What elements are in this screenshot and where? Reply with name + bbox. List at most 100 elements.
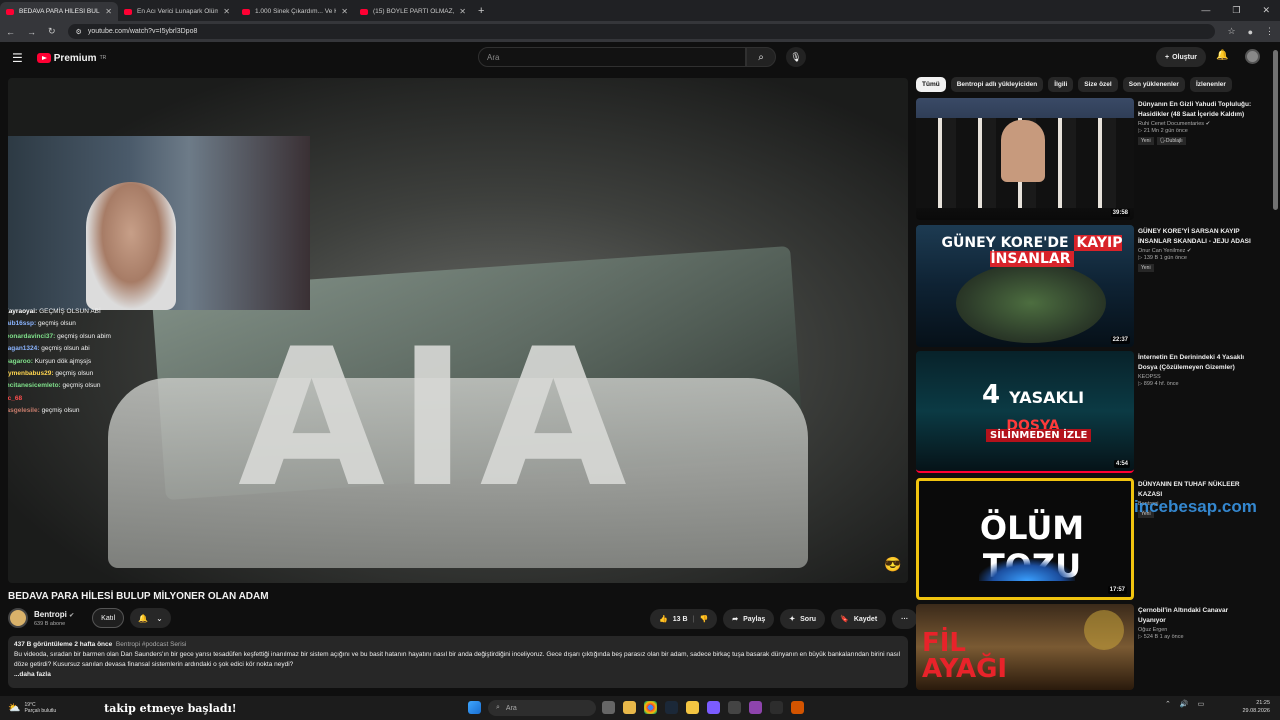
streamer-webcam-overlay bbox=[8, 136, 310, 310]
date: 29.08.2026 bbox=[1242, 708, 1270, 714]
bookmark-icon: 🔖 bbox=[840, 616, 849, 623]
browser-tab-2[interactable]: En Acı Verici Lunapark Ölümleri ✕ bbox=[118, 2, 236, 21]
back-icon[interactable]: ← bbox=[6, 27, 15, 37]
system-tray: ⌃ 🔊 ▭ bbox=[1165, 700, 1204, 708]
hashtags[interactable]: Bentropi #podcast Serisi bbox=[116, 641, 186, 648]
notifications-bell-icon[interactable]: 🔔 bbox=[1216, 50, 1228, 61]
windows-start-icon[interactable] bbox=[468, 701, 481, 714]
channel-avatar[interactable] bbox=[8, 608, 28, 628]
app-icon[interactable] bbox=[791, 701, 804, 714]
view-count: 437 B görüntüleme 2 hafta önce bbox=[14, 641, 113, 648]
taskbar-search[interactable]: ⌕ Ara bbox=[488, 700, 596, 716]
steam-icon[interactable] bbox=[665, 701, 678, 714]
close-tab-icon[interactable]: ✕ bbox=[223, 7, 230, 16]
more-actions-button[interactable]: ··· bbox=[892, 609, 918, 629]
create-button[interactable]: + Oluştur bbox=[1156, 47, 1206, 67]
subscription-bell-button[interactable]: 🔔 ⌄ bbox=[130, 608, 171, 628]
browser-tab-1[interactable]: BEDAVA PARA HİLESİ BULUP MİLYONER OLAN A… bbox=[0, 2, 118, 21]
recommendation-item[interactable]: 4 YASAKLI DOSYA SİLİNMEDEN İZLE 4:54 İnte… bbox=[916, 351, 1256, 473]
maximize-icon[interactable]: ❐ bbox=[1232, 5, 1240, 16]
description-text: Bu videoda, sıradan bir barmen olan Dan … bbox=[14, 651, 901, 668]
thumbs-down-icon[interactable]: 👎 bbox=[699, 615, 708, 623]
url-field[interactable]: ⚙ youtube.com/watch?v=I5ybrl3Dpo8 bbox=[67, 24, 1216, 39]
new-tab-icon[interactable]: + bbox=[478, 5, 484, 17]
taskbar-left-icons bbox=[468, 701, 481, 714]
video-thumbnail[interactable]: ÖLÜM TOZU 17:57 bbox=[916, 478, 1134, 600]
browser-tab-3[interactable]: 1.000 Sinek Çıkardım... Ve Kanla ✕ bbox=[236, 2, 354, 21]
chevron-up-icon[interactable]: ⌃ bbox=[1165, 700, 1171, 708]
profile-icon[interactable]: ● bbox=[1248, 27, 1253, 37]
recommendation-channel[interactable]: Onur Can Yenilmez ✔ bbox=[1138, 248, 1256, 254]
save-button[interactable]: 🔖 Kaydet bbox=[831, 609, 887, 629]
filter-chip[interactable]: Son yüklenenler bbox=[1122, 77, 1185, 92]
recommendation-title[interactable]: GÜNEY KORE'Yİ SARSAN KAYIP İNSANLAR SKAN… bbox=[1138, 227, 1256, 246]
video-thumbnail[interactable]: FİL AYAĞI bbox=[916, 604, 1134, 690]
like-button[interactable]: 👍 13 B | 👎 bbox=[650, 609, 718, 629]
recommendation-channel[interactable]: Oğuz Ergen bbox=[1138, 627, 1256, 633]
join-button[interactable]: Katıl bbox=[92, 608, 125, 628]
share-icon: ➦ bbox=[732, 616, 739, 623]
verified-icon: ✔ bbox=[1186, 248, 1192, 254]
ask-button[interactable]: ✦ Soru bbox=[780, 609, 826, 629]
account-avatar[interactable] bbox=[1245, 49, 1260, 64]
filter-chip[interactable]: İzlenenler bbox=[1189, 77, 1232, 92]
filter-chip[interactable]: İlgili bbox=[1048, 77, 1074, 92]
clock[interactable]: 21:25 29.08.2026 bbox=[1242, 699, 1270, 715]
speaker-icon[interactable]: 🔊 bbox=[1180, 700, 1189, 708]
search-icon[interactable]: ⌕ bbox=[746, 47, 776, 67]
microphone-icon[interactable]: 🎙 bbox=[786, 47, 806, 67]
video-frame-letters: AIA bbox=[238, 308, 639, 529]
recommendation-channel[interactable]: KEOPSS bbox=[1138, 374, 1256, 380]
close-tab-icon[interactable]: ✕ bbox=[459, 7, 466, 16]
channel-name[interactable]: Bentropi ✔ bbox=[34, 610, 74, 619]
show-more-link[interactable]: ...daha fazla bbox=[14, 670, 902, 680]
close-tab-icon[interactable]: ✕ bbox=[341, 7, 348, 16]
search-input[interactable]: Ara bbox=[478, 47, 746, 67]
recommendation-title[interactable]: Çernobil'in Altındaki Canavar Uyanıyor bbox=[1138, 606, 1256, 625]
scrollbar-thumb[interactable] bbox=[1273, 50, 1278, 210]
folder-icon[interactable] bbox=[686, 701, 699, 714]
file-explorer-icon[interactable] bbox=[623, 701, 636, 714]
minimize-icon[interactable]: — bbox=[1201, 5, 1210, 16]
discord-icon[interactable] bbox=[707, 701, 720, 714]
menu-icon[interactable]: ⋮ bbox=[1265, 26, 1274, 37]
url-text: youtube.com/watch?v=I5ybrl3Dpo8 bbox=[87, 28, 198, 35]
task-view-icon[interactable] bbox=[602, 701, 615, 714]
site-info-icon[interactable]: ⚙ bbox=[76, 28, 82, 36]
recommendation-channel[interactable]: Ruhi Cenet Documentaries ✔ bbox=[1138, 121, 1256, 127]
chat-username: Kayraoyai: bbox=[8, 308, 38, 315]
reload-icon[interactable]: ↻ bbox=[48, 26, 56, 37]
obs-icon[interactable] bbox=[728, 701, 741, 714]
video-player[interactable]: AIA Kayraoyai: GEÇMİŞ OLSUN ABİtaib16ssp… bbox=[8, 78, 908, 583]
chat-text: geçmiş olsun bbox=[37, 320, 76, 328]
recommendation-item[interactable]: FİL AYAĞI Çernobil'in Altındaki Canavar U… bbox=[916, 604, 1256, 690]
bookmark-icon[interactable]: ☆ bbox=[1227, 26, 1235, 37]
weather-widget[interactable]: ⛅ 19°C Parçalı bulutlu bbox=[8, 702, 56, 714]
plus-icon: + bbox=[1165, 53, 1170, 61]
forward-icon[interactable]: → bbox=[27, 27, 36, 37]
video-thumbnail[interactable]: 4 YASAKLI DOSYA SİLİNMEDEN İZLE 4:54 bbox=[916, 351, 1134, 473]
video-thumbnail[interactable]: GÜNEY KORE'DE KAYIP İNSANLAR 22:37 bbox=[916, 225, 1134, 347]
chrome-icon[interactable] bbox=[644, 701, 657, 714]
recommendation-title[interactable]: İnternetin En Derinindeki 4 Yasaklı Dosy… bbox=[1138, 353, 1256, 372]
time: 21:25 bbox=[1256, 700, 1270, 706]
recommendation-title[interactable]: Dünyanın En Gizli Yahudi Topluluğu: Hasi… bbox=[1138, 100, 1256, 119]
youtube-logo[interactable]: Premium TR bbox=[36, 53, 106, 64]
recommendation-item[interactable]: GÜNEY KORE'DE KAYIP İNSANLAR 22:37 GÜNEY… bbox=[916, 225, 1256, 347]
app-icon[interactable] bbox=[749, 701, 762, 714]
window-close-icon[interactable]: ✕ bbox=[1262, 5, 1270, 16]
filter-chip[interactable]: Bentropi adlı yükleyiciden bbox=[950, 77, 1044, 92]
recommendation-item[interactable]: 39:58 Dünyanın En Gizli Yahudi Topluluğu… bbox=[916, 98, 1256, 220]
hamburger-menu-icon[interactable]: ☰ bbox=[12, 51, 23, 65]
filter-chip[interactable]: Size özel bbox=[1078, 77, 1118, 92]
close-tab-icon[interactable]: ✕ bbox=[105, 7, 112, 16]
description-box[interactable]: 437 B görüntüleme 2 hafta önce Bentropi … bbox=[8, 636, 908, 688]
browser-tab-4[interactable]: (15) BÖYLE PARTİ OLMAZ, HAYATIMDA ✕ bbox=[354, 2, 472, 21]
network-icon[interactable]: ▭ bbox=[1198, 700, 1205, 708]
chat-username: Gagaroo: bbox=[8, 357, 33, 365]
video-thumbnail[interactable]: 39:58 bbox=[916, 98, 1134, 220]
share-button[interactable]: ➦ Paylaş bbox=[723, 609, 775, 629]
filter-chip[interactable]: Tümü bbox=[916, 77, 946, 92]
page-scrollbar[interactable] bbox=[1273, 46, 1278, 686]
chatgpt-icon[interactable] bbox=[770, 701, 783, 714]
